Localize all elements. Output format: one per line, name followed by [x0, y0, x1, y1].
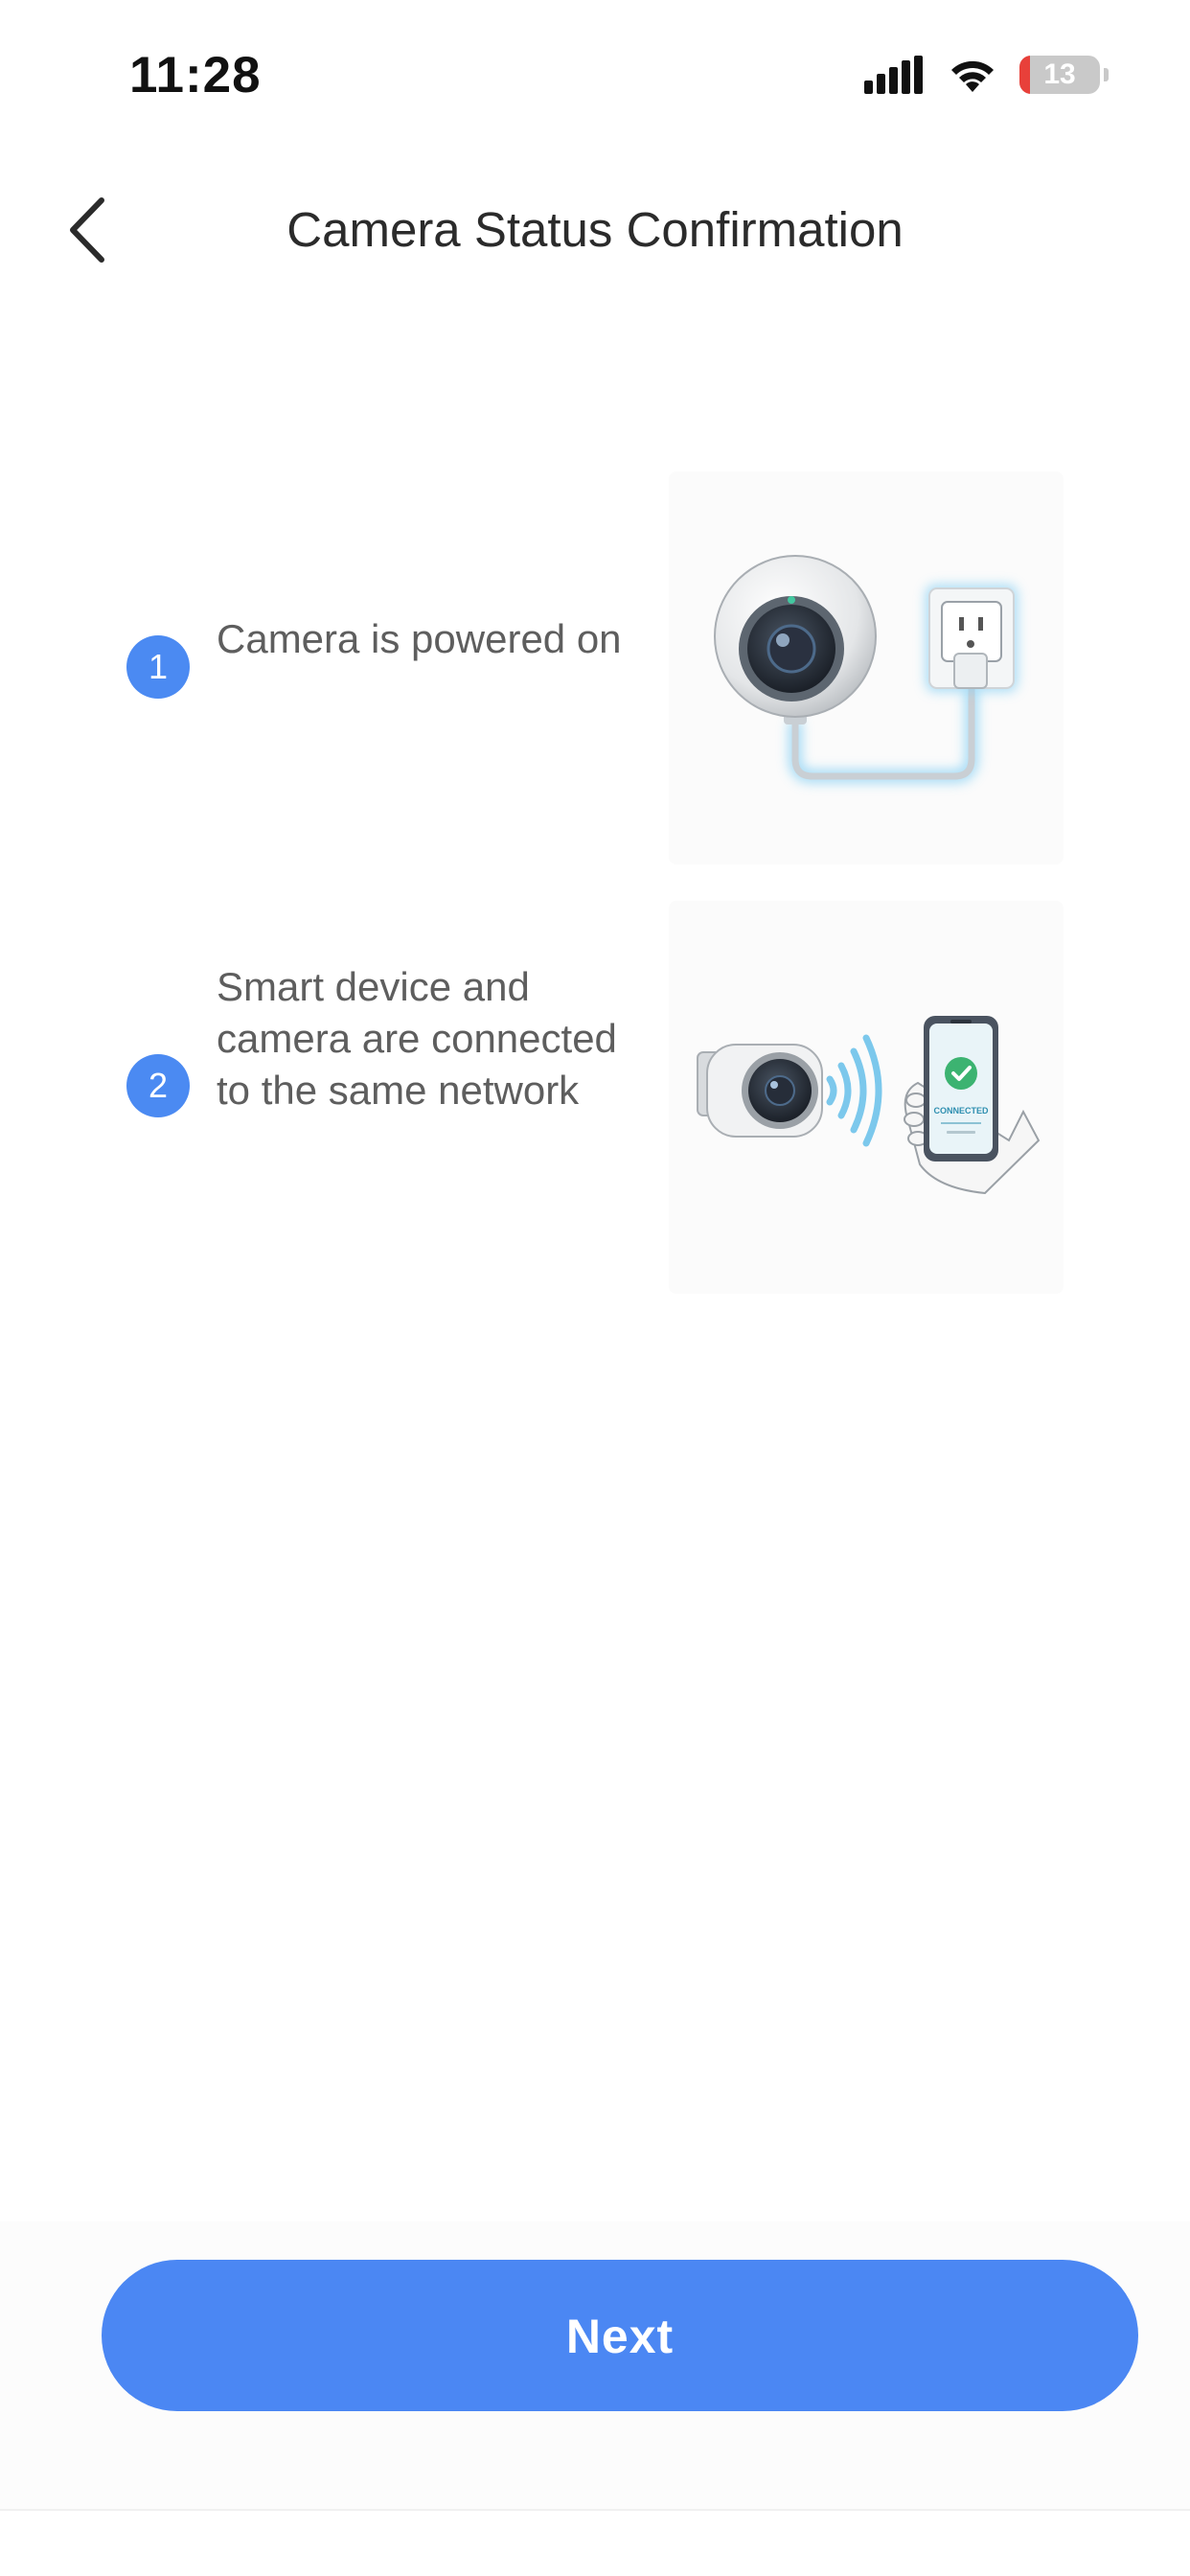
- step-item-power: 1 Camera is powered on: [0, 460, 1190, 864]
- camera-plugged-in-image: [714, 555, 1018, 783]
- page-title: Camera Status Confirmation: [286, 202, 904, 257]
- status-icons: 13: [864, 56, 1109, 94]
- bottom-divider: [0, 2509, 1190, 2511]
- step-number-badge: 1: [126, 635, 190, 699]
- network-connection-illustration: CONNECTED: [669, 901, 1064, 1294]
- status-time: 11:28: [129, 47, 262, 104]
- step-number-badge: 2: [126, 1054, 190, 1117]
- signal-icon: [864, 56, 923, 94]
- status-bar: 11:28 13: [0, 0, 1190, 144]
- step-text: Smart device and camera are connected to…: [217, 964, 617, 1113]
- battery-cap: [1104, 68, 1109, 81]
- bottom-action-bar: Next: [0, 2221, 1190, 2509]
- battery-icon: 13: [1019, 56, 1100, 94]
- wifi-icon: [951, 60, 994, 92]
- next-button[interactable]: Next: [102, 2260, 1138, 2411]
- step-item-network: 2 Smart device and camera are connected …: [0, 891, 1190, 1294]
- camera-power-illustration: [669, 472, 1064, 864]
- phone-status-text: CONNECTED: [933, 1106, 989, 1116]
- battery-percentage: 13: [1043, 58, 1076, 90]
- step-text: Camera is powered on: [217, 616, 622, 661]
- nav-bar: Camera Status Confirmation: [0, 163, 1190, 297]
- camera-phone-connected-image: CONNECTED: [697, 1016, 1041, 1195]
